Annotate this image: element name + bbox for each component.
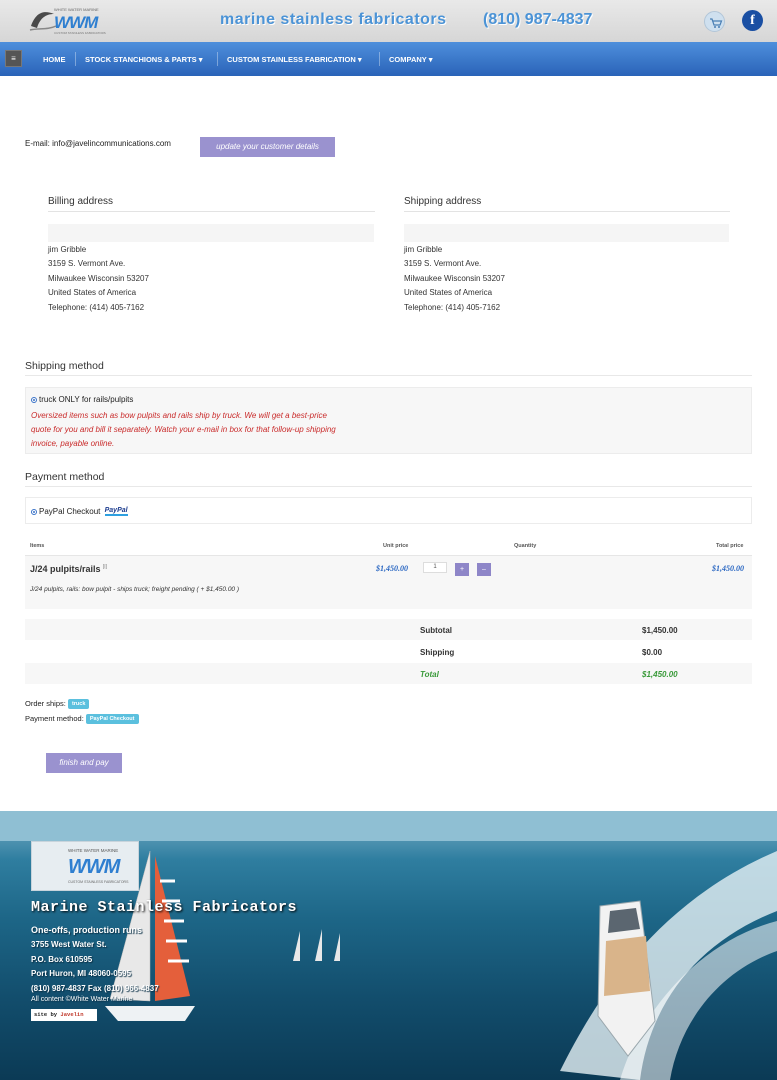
col-header-unit-price: Unit price bbox=[383, 543, 409, 549]
nav-custom-fabrication[interactable]: CUSTOM STAINLESS FABRICATION ▾ bbox=[227, 55, 362, 64]
site-by-label: site by bbox=[34, 1011, 58, 1018]
radio-selected-icon[interactable] bbox=[31, 508, 37, 515]
order-ships-badge: truck bbox=[67, 699, 90, 710]
billing-address-title: Billing address bbox=[48, 196, 114, 207]
footer-address-1: 3755 West Water St. bbox=[31, 940, 107, 949]
shipping-cost-row: Shipping $0.00 bbox=[25, 641, 752, 662]
total-row: Total $1,450.00 bbox=[25, 663, 752, 684]
footer-title: Marine Stainless Fabricators bbox=[31, 899, 298, 916]
billing-line: 3159 S. Vermont Ave. bbox=[48, 259, 126, 268]
item-info-icon[interactable]: [i] bbox=[103, 564, 107, 570]
main-nav: ≡ HOME STOCK STANCHIONS & PARTS ▾ CUSTOM… bbox=[0, 42, 777, 76]
shipping-cost-label: Shipping bbox=[420, 648, 455, 657]
order-ships-summary: Order ships: truck bbox=[25, 699, 90, 710]
shipping-address-title: Shipping address bbox=[404, 196, 482, 207]
billing-divider bbox=[48, 211, 375, 212]
shipping-option-truck[interactable]: truck ONLY for rails/pulpits bbox=[31, 395, 133, 404]
billing-line: Milwaukee Wisconsin 53207 bbox=[48, 274, 149, 283]
billing-name-bar bbox=[48, 224, 374, 242]
payment-option-paypal[interactable]: PayPal Checkout PayPal bbox=[31, 507, 128, 517]
billing-line: United States of America bbox=[48, 288, 137, 297]
col-header-items: Items bbox=[30, 543, 45, 549]
shipping-name-bar bbox=[404, 224, 729, 242]
item-unit-price: $1,450.00 bbox=[376, 564, 408, 573]
menu-toggle-button[interactable]: ≡ bbox=[5, 50, 22, 67]
site-by-badge[interactable]: site by Javelin bbox=[31, 1009, 97, 1021]
table-row: J/24 pulpits/rails [i] $1,450.00 1 + – $… bbox=[25, 556, 752, 609]
shipping-divider bbox=[404, 211, 730, 212]
quantity-increase-button[interactable]: + bbox=[455, 563, 469, 576]
shipping-line: United States of America bbox=[404, 288, 493, 297]
nav-company[interactable]: COMPANY ▾ bbox=[389, 55, 433, 64]
order-ships-label: Order ships: bbox=[25, 699, 66, 708]
paypal-logo-icon: PayPal bbox=[104, 507, 128, 517]
header-phone[interactable]: (810) 987-4837 bbox=[483, 11, 592, 29]
total-value: $1,450.00 bbox=[642, 670, 678, 679]
update-customer-button[interactable]: update your customer details bbox=[200, 137, 335, 157]
payment-method-box: PayPal Checkout PayPal bbox=[25, 497, 752, 524]
payment-method-title: Payment method bbox=[25, 471, 105, 483]
item-name[interactable]: J/24 pulpits/rails [i] bbox=[30, 564, 107, 574]
shipping-method-box: truck ONLY for rails/pulpits Oversized i… bbox=[25, 387, 752, 454]
payment-summary-badge: PayPal Checkout bbox=[85, 714, 139, 725]
logo-text: WWM bbox=[54, 13, 98, 32]
item-name-text: J/24 pulpits/rails bbox=[30, 564, 101, 574]
shipping-cost-value: $0.00 bbox=[642, 648, 663, 657]
payment-method-divider bbox=[25, 486, 752, 487]
nav-home[interactable]: HOME bbox=[43, 55, 66, 64]
footer-subtitle: One-offs, production runs bbox=[31, 925, 142, 935]
quantity-input[interactable]: 1 bbox=[423, 562, 447, 573]
footer-copyright: All content ©White Water Marine bbox=[31, 996, 133, 1003]
col-header-total-price: Total price bbox=[716, 543, 744, 549]
shipping-method-title: Shipping method bbox=[25, 360, 104, 372]
finish-and-pay-button[interactable]: finish and pay bbox=[46, 753, 122, 773]
nav-divider bbox=[75, 52, 76, 66]
logo-tagline: WHITE WATER MARINE bbox=[54, 7, 99, 12]
subtotal-row: Subtotal $1,450.00 bbox=[25, 619, 752, 640]
site-tagline: marine stainless fabricators bbox=[220, 11, 447, 28]
footer-address-2: P.O. Box 610595 bbox=[31, 955, 93, 964]
radio-selected-icon[interactable] bbox=[31, 396, 37, 403]
javelin-logo-icon: Javelin bbox=[60, 1011, 84, 1018]
customer-email: E-mail: info@javelincommunications.com bbox=[25, 139, 171, 148]
facebook-icon[interactable]: f bbox=[742, 10, 763, 31]
shipping-line: Telephone: (414) 405-7162 bbox=[404, 303, 501, 312]
subtotal-value: $1,450.00 bbox=[642, 626, 678, 635]
col-header-quantity: Quantity bbox=[514, 543, 537, 549]
shipping-method-divider bbox=[25, 375, 752, 376]
nav-divider bbox=[217, 52, 218, 66]
footer-logo-subtext: CUSTOM STAINLESS FABRICATORS bbox=[68, 880, 129, 884]
shipping-option-label: truck ONLY for rails/pulpits bbox=[39, 395, 134, 404]
logo-subtext: CUSTOM STAINLESS FABRICATORS bbox=[54, 31, 106, 35]
footer-phone: (810) 987-4837 Fax (810) 966-4837 bbox=[31, 984, 159, 993]
shipping-line: jim Gribble bbox=[404, 245, 443, 254]
shipping-note: Oversized items such as bow pulpits and … bbox=[31, 411, 336, 448]
footer-logo-tagline: WHITE WATER MARINE bbox=[68, 848, 119, 853]
footer-address-3: Port Huron, MI 48060-0595 bbox=[31, 969, 132, 978]
item-description: J/24 pulpits, rails: bow pulpit - ships … bbox=[30, 586, 240, 593]
item-total-price: $1,450.00 bbox=[712, 564, 744, 573]
subtotal-label: Subtotal bbox=[420, 626, 452, 635]
billing-line: jim Gribble bbox=[48, 245, 87, 254]
payment-summary-label: Payment method: bbox=[25, 714, 84, 723]
total-label: Total bbox=[420, 670, 439, 679]
footer: WHITE WATER MARINE WWM CUSTOM STAINLESS … bbox=[0, 811, 777, 1080]
nav-stock-stanchions[interactable]: STOCK STANCHIONS & PARTS ▾ bbox=[85, 55, 203, 64]
payment-option-label: PayPal Checkout bbox=[39, 507, 101, 516]
billing-line: Telephone: (414) 405-7162 bbox=[48, 303, 145, 312]
footer-logo[interactable]: WHITE WATER MARINE WWM CUSTOM STAINLESS … bbox=[31, 841, 139, 891]
shipping-line: Milwaukee Wisconsin 53207 bbox=[404, 274, 505, 283]
nav-divider bbox=[379, 52, 380, 66]
quantity-decrease-button[interactable]: – bbox=[477, 563, 491, 576]
site-logo[interactable]: WHITE WATER MARINE WWM CUSTOM STAINLESS … bbox=[28, 6, 108, 37]
top-header: WHITE WATER MARINE WWM CUSTOM STAINLESS … bbox=[0, 0, 777, 42]
cart-icon[interactable] bbox=[704, 11, 725, 32]
payment-summary: Payment method: PayPal Checkout bbox=[25, 714, 139, 725]
footer-logo-text: WWM bbox=[68, 856, 120, 878]
shipping-line: 3159 S. Vermont Ave. bbox=[404, 259, 482, 268]
